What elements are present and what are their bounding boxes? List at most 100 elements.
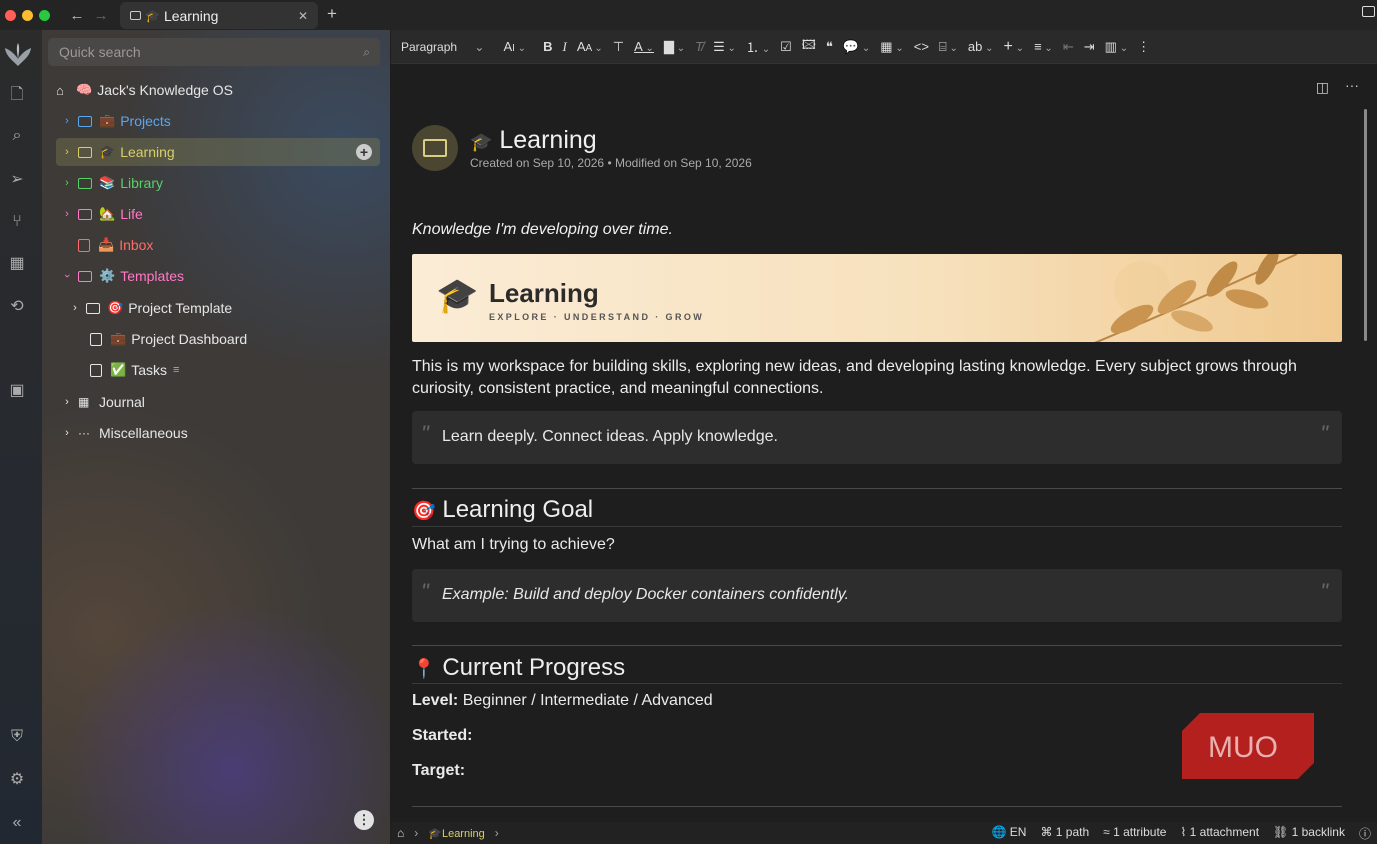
background-color-icon[interactable]: ▇: [664, 39, 685, 55]
todo-list-icon[interactable]: ☑: [780, 39, 792, 55]
special-characters-icon[interactable]: ab: [968, 39, 994, 54]
new-note-icon[interactable]: 🗋: [8, 86, 26, 104]
paths-indicator[interactable]: ⌘ 1 path: [1040, 825, 1089, 842]
collapse-sidebar-icon[interactable]: «: [8, 814, 26, 832]
level-label: Level:: [412, 692, 459, 709]
bold-icon[interactable]: B: [543, 39, 552, 54]
backlinks-indicator[interactable]: ⛓ 1 backlink: [1273, 825, 1345, 842]
format-painter-icon[interactable]: ⊤: [613, 39, 624, 55]
search-placeholder: Quick search: [59, 44, 141, 60]
tree-item-templates[interactable]: › ⚙️ Templates: [60, 262, 400, 290]
code-block-icon[interactable]: ⌸: [939, 39, 958, 55]
close-tab-icon[interactable]: ✕: [298, 9, 308, 23]
layout-icon[interactable]: ▥: [1105, 39, 1128, 55]
chevron-down-icon[interactable]: ›: [61, 269, 73, 283]
item-emoji: 📚: [99, 175, 116, 190]
more-options-icon[interactable]: ⋮: [1137, 39, 1150, 55]
add-child-note-button[interactable]: +: [356, 144, 372, 160]
split-view-icon[interactable]: ◫: [1316, 79, 1329, 96]
tree-item-label: Journal: [99, 394, 145, 410]
chevron-right-icon[interactable]: ›: [495, 826, 499, 840]
note-tree-sidebar: Quick search ⌕ ⌂ 🧠 Jack's Knowledge OS ›…: [42, 30, 390, 844]
note-menu-icon[interactable]: ···: [1345, 77, 1359, 93]
ellipsis-icon: ···: [78, 426, 90, 440]
trilium-logo-icon[interactable]: [4, 42, 32, 68]
tree-item-life[interactable]: › 🏡 Life: [60, 200, 400, 228]
attributes-indicator[interactable]: ≈ 1 attribute: [1103, 825, 1166, 842]
back-arrow-icon[interactable]: ←: [65, 7, 89, 24]
tree-item-inbox[interactable]: 📥 Inbox: [74, 231, 414, 259]
goal-blockquote: " Example: Build and deploy Docker conta…: [412, 569, 1342, 622]
insert-image-icon[interactable]: 🖾: [802, 36, 816, 58]
quick-search-input[interactable]: Quick search ⌕: [48, 38, 380, 66]
today-calendar-icon[interactable]: ▣: [8, 382, 26, 400]
right-panel-toggle-icon[interactable]: [1362, 6, 1375, 17]
heading-underline: [412, 683, 1342, 684]
font-size-icon[interactable]: AI: [503, 39, 526, 54]
editor-scrollbar[interactable]: [1364, 109, 1367, 341]
tree-item-project-template[interactable]: › 🎯 Project Template: [68, 294, 408, 322]
table-icon[interactable]: ▦: [880, 39, 903, 55]
attachments-indicator[interactable]: ⌇ 1 attachment: [1180, 825, 1259, 842]
chevron-right-icon[interactable]: ›: [60, 396, 74, 408]
tree-item-learning[interactable]: › 🎓 Learning +: [56, 138, 380, 166]
code-icon[interactable]: <>: [914, 39, 929, 54]
bulleted-list-icon[interactable]: ☰: [713, 39, 736, 55]
chevron-right-icon[interactable]: ›: [60, 146, 74, 158]
tree-item-project-dashboard[interactable]: 💼 Project Dashboard: [86, 325, 426, 353]
intro-text: Knowledge I'm developing over time.: [412, 221, 673, 238]
window-controls: [5, 9, 50, 21]
send-icon[interactable]: ➢: [8, 171, 26, 189]
tab-learning[interactable]: 🎓 Learning ✕: [120, 2, 318, 29]
insert-plus-icon[interactable]: +: [1004, 38, 1025, 56]
tree-item-journal[interactable]: › ▦ Journal: [60, 388, 400, 416]
language-indicator[interactable]: 🌐 EN: [991, 825, 1026, 842]
search-icon[interactable]: ⌕: [8, 127, 26, 145]
chevron-right-icon[interactable]: ›: [60, 427, 74, 439]
paragraph-dropdown[interactable]: Paragraph ⌄: [401, 40, 484, 54]
close-window-button[interactable]: [5, 9, 16, 21]
note-map-icon[interactable]: ⑂: [8, 213, 26, 231]
remove-format-icon[interactable]: T̸: [695, 39, 703, 54]
breadcrumb-learning[interactable]: 🎓Learning: [428, 827, 485, 840]
root-emoji: 🧠: [76, 82, 93, 97]
maximize-window-button[interactable]: [39, 9, 50, 21]
protected-session-icon[interactable]: ⛨: [8, 728, 26, 746]
chevron-right-icon[interactable]: ›: [60, 208, 74, 220]
note-title-text: Learning: [499, 126, 597, 154]
home-icon[interactable]: ⌂: [397, 826, 404, 840]
tree-item-projects[interactable]: › 💼 Projects: [60, 107, 400, 135]
chevron-right-icon[interactable]: ›: [60, 177, 74, 189]
tree-item-miscellaneous[interactable]: › ··· Miscellaneous: [60, 419, 400, 447]
item-emoji: ⚙️: [99, 268, 116, 283]
chevron-right-icon[interactable]: ›: [60, 115, 74, 127]
folder-icon: [130, 11, 141, 20]
numbered-list-icon[interactable]: ⒈: [746, 37, 770, 56]
tree-item-tasks[interactable]: ✅ Tasks ≡: [86, 356, 426, 384]
outdent-icon[interactable]: ⇤: [1063, 39, 1074, 55]
text-case-icon[interactable]: AA: [577, 39, 603, 54]
indent-icon[interactable]: ⇥: [1084, 39, 1095, 55]
calendar-icon[interactable]: ▦: [8, 255, 26, 273]
note-icon[interactable]: [412, 125, 458, 171]
settings-gear-icon[interactable]: ⚙: [8, 771, 26, 789]
note-icon: [78, 238, 90, 252]
blockquote-icon[interactable]: ❝: [826, 39, 833, 55]
callout-icon[interactable]: 💬: [843, 39, 870, 55]
goal-emoji: 🎯: [412, 501, 436, 522]
history-icon[interactable]: ⟲: [8, 298, 26, 316]
tree-actions-button[interactable]: ⋮: [354, 810, 374, 830]
note-metadata: Created on Sep 10, 2026 • Modified on Se…: [470, 156, 752, 170]
note-title[interactable]: 🎓 Learning: [470, 126, 597, 155]
chevron-right-icon[interactable]: ›: [68, 302, 82, 314]
tree-root[interactable]: ⌂ 🧠 Jack's Knowledge OS: [56, 76, 396, 104]
info-icon[interactable]: ⓘ: [1359, 825, 1371, 842]
tree-item-library[interactable]: › 📚 Library: [60, 169, 400, 197]
minimize-window-button[interactable]: [22, 9, 33, 21]
font-color-icon[interactable]: A: [634, 39, 654, 54]
filter-icon: ≡: [172, 364, 180, 376]
italic-icon[interactable]: I: [562, 39, 566, 55]
new-tab-button[interactable]: +: [327, 4, 337, 24]
align-icon[interactable]: ≡: [1034, 39, 1053, 54]
forward-arrow-icon[interactable]: →: [89, 7, 113, 24]
